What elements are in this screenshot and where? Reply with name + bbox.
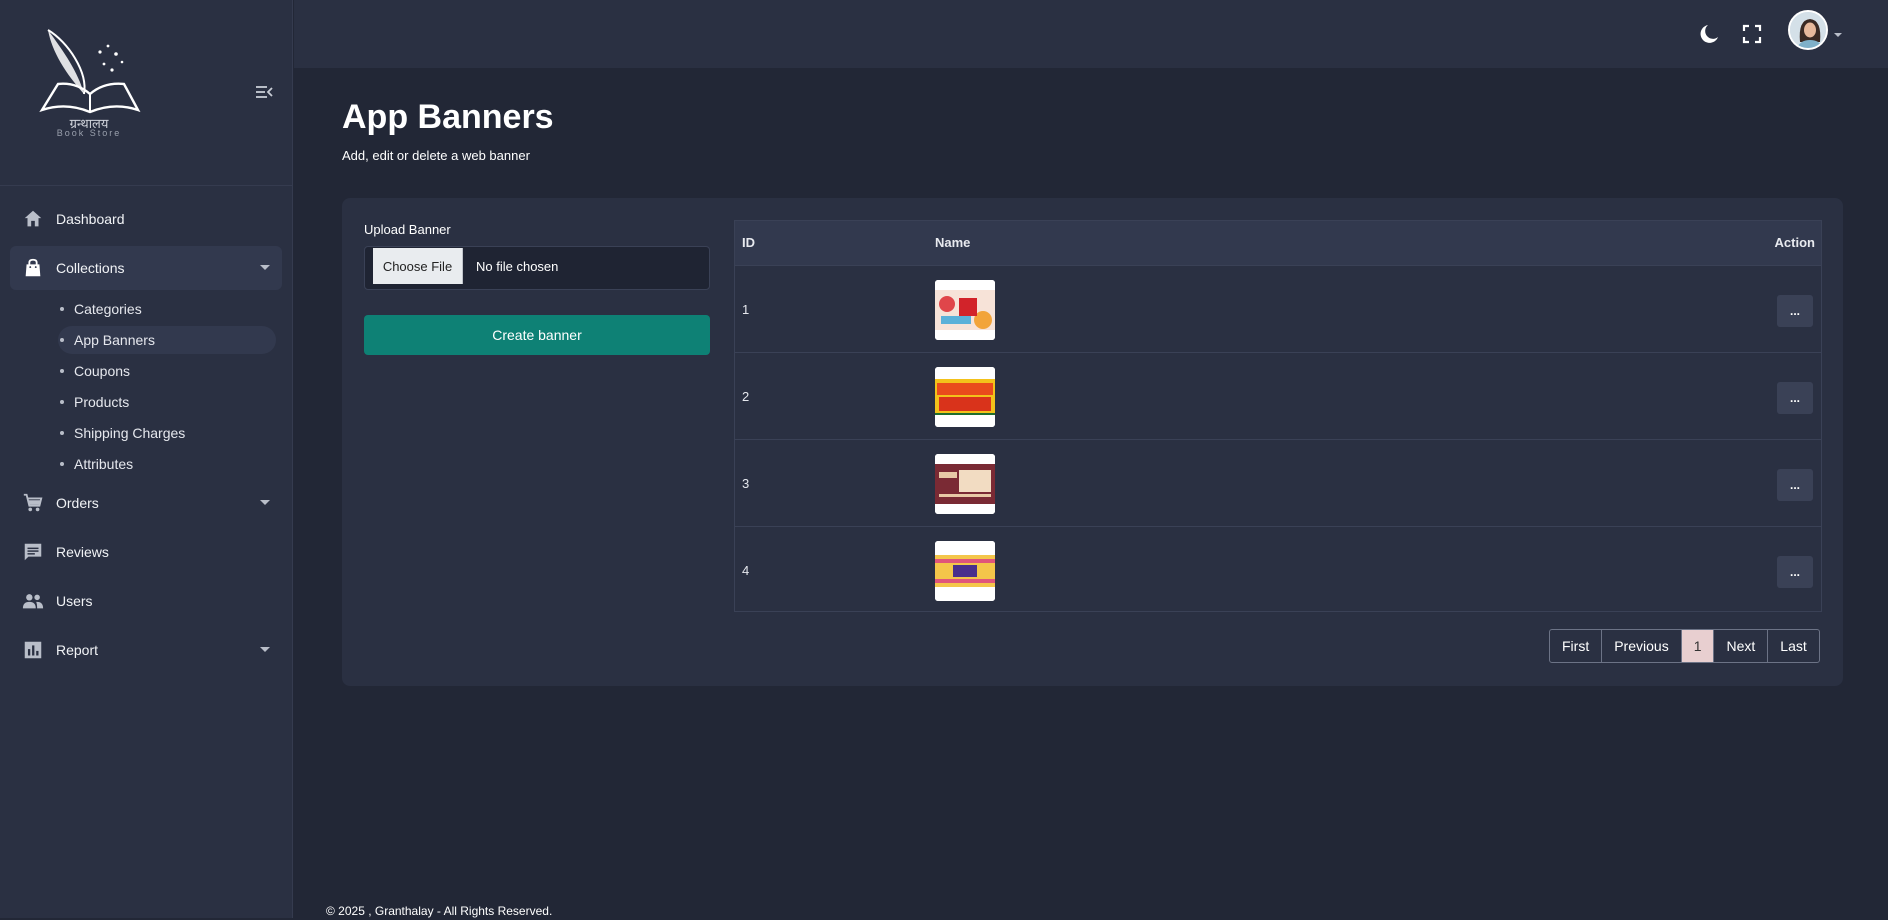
sidebar-item-orders[interactable]: Orders — [10, 481, 282, 525]
sidebar-item-report[interactable]: Report — [10, 628, 282, 672]
users-icon — [22, 594, 44, 609]
footer-copyright: © 2025 , Granthalay - All Rights Reserve… — [326, 904, 553, 918]
comment-icon — [24, 543, 42, 561]
row-action-button[interactable]: ... — [1777, 469, 1813, 501]
row-id: 3 — [742, 476, 750, 491]
top-header — [294, 0, 1888, 68]
bullet-icon — [60, 462, 64, 466]
row-id: 1 — [742, 302, 750, 317]
sidebar-item-label: Dashboard — [56, 211, 125, 227]
brand-subtitle: Book Store — [56, 128, 122, 138]
submenu-item-label: Attributes — [74, 456, 134, 472]
submenu-item-label: Coupons — [74, 363, 131, 379]
choose-file-button[interactable]: Choose File — [373, 248, 463, 284]
table-row: 3 ... — [735, 441, 1821, 527]
banner-card: Upload Banner Choose File No file chosen… — [342, 198, 1843, 686]
row-id: 2 — [742, 389, 750, 404]
submenu-item-products[interactable]: Products — [58, 388, 276, 416]
bullet-icon — [60, 400, 64, 404]
sidebar-item-label: Collections — [56, 260, 125, 276]
fullscreen-icon[interactable] — [1740, 22, 1764, 46]
sidebar: ग्रन्थालय Book Store Dashboard Collectio… — [0, 0, 293, 918]
page-last-button[interactable]: Last — [1768, 630, 1818, 662]
submenu-item-attributes[interactable]: Attributes — [58, 450, 276, 478]
column-header-action: Action — [1774, 235, 1815, 250]
chevron-down-icon[interactable] — [1834, 33, 1842, 37]
column-header-name: Name — [935, 235, 971, 250]
theme-toggle-icon[interactable] — [1698, 22, 1722, 46]
sidebar-item-users[interactable]: Users — [10, 579, 282, 623]
create-banner-button[interactable]: Create banner — [364, 315, 710, 355]
row-id: 4 — [742, 563, 750, 578]
chevron-down-icon — [260, 647, 270, 652]
submenu-item-categories[interactable]: Categories — [58, 295, 276, 323]
table-row: 1 ... — [735, 267, 1821, 353]
collections-submenu: Categories App Banners Coupons Products … — [0, 295, 292, 478]
page-next-button[interactable]: Next — [1714, 630, 1769, 662]
banner-thumbnail — [935, 454, 995, 514]
submenu-item-app-banners[interactable]: App Banners — [58, 326, 276, 354]
menu-collapse-icon[interactable] — [254, 82, 274, 102]
row-action-button[interactable]: ... — [1777, 295, 1813, 327]
column-header-id: ID — [742, 235, 755, 250]
brand: ग्रन्थालय Book Store — [0, 0, 292, 186]
shopping-bag-icon — [25, 258, 41, 277]
sidebar-nav: Dashboard Collections Categories App Ban… — [0, 197, 292, 677]
submenu-item-label: App Banners — [74, 332, 155, 348]
banner-thumbnail — [935, 541, 995, 601]
bullet-icon — [60, 369, 64, 373]
sidebar-item-dashboard[interactable]: Dashboard — [10, 197, 282, 241]
file-status: No file chosen — [476, 259, 559, 274]
user-avatar[interactable] — [1788, 10, 1828, 50]
chevron-down-icon — [260, 265, 270, 270]
bullet-icon — [60, 431, 64, 435]
file-input[interactable]: Choose File No file chosen — [364, 246, 710, 290]
sidebar-item-reviews[interactable]: Reviews — [10, 530, 282, 574]
banners-table: ID Name Action 1 ... 2 ... 3 ... 4 ... — [734, 220, 1822, 612]
avatar-image-icon — [1790, 12, 1826, 48]
page-subtitle: Add, edit or delete a web banner — [342, 148, 530, 163]
sidebar-item-label: Orders — [56, 495, 99, 511]
bar-chart-icon — [24, 641, 42, 659]
bullet-icon — [60, 338, 64, 342]
page-previous-button[interactable]: Previous — [1602, 630, 1682, 662]
banner-thumbnail — [935, 280, 995, 340]
sidebar-item-label: Reviews — [56, 544, 109, 560]
submenu-item-shipping-charges[interactable]: Shipping Charges — [58, 419, 276, 447]
submenu-item-label: Shipping Charges — [74, 425, 186, 441]
shopping-cart-icon — [23, 493, 43, 512]
table-row: 2 ... — [735, 354, 1821, 440]
row-action-button[interactable]: ... — [1777, 556, 1813, 588]
submenu-item-coupons[interactable]: Coupons — [58, 357, 276, 385]
upload-banner-label: Upload Banner — [364, 222, 451, 237]
pagination: First Previous 1 Next Last — [1549, 629, 1820, 663]
sidebar-item-label: Users — [56, 593, 93, 609]
sidebar-item-collections[interactable]: Collections — [10, 246, 282, 290]
page-title: App Banners — [342, 98, 554, 136]
page-first-button[interactable]: First — [1550, 630, 1603, 662]
sidebar-item-label: Report — [56, 642, 99, 658]
page-number-button[interactable]: 1 — [1681, 630, 1715, 662]
submenu-item-label: Products — [74, 394, 130, 410]
submenu-item-label: Categories — [74, 301, 142, 317]
row-action-button[interactable]: ... — [1777, 382, 1813, 414]
bullet-icon — [60, 307, 64, 311]
home-icon — [24, 210, 42, 227]
table-header: ID Name Action — [735, 221, 1821, 266]
banner-thumbnail — [935, 367, 995, 427]
table-row: 4 ... — [735, 528, 1821, 614]
chevron-down-icon — [260, 500, 270, 505]
